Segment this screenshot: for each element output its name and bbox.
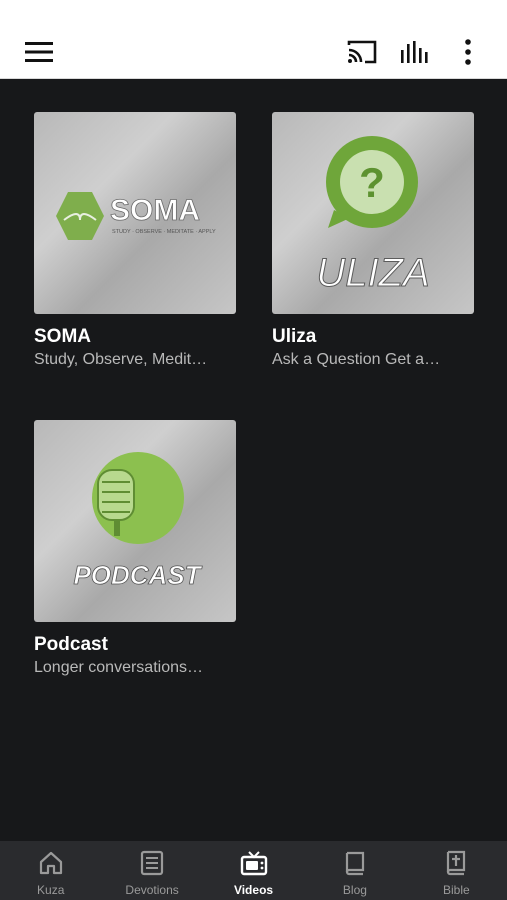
nav-item-videos[interactable]: Videos xyxy=(203,841,304,900)
nav-item-devotions[interactable]: Devotions xyxy=(101,841,202,900)
tv-icon xyxy=(240,849,268,877)
nav-label: Devotions xyxy=(125,883,179,897)
collection-card-uliza[interactable]: ? ULIZA Uliza Ask a Question Get a… xyxy=(272,112,476,370)
card-title: SOMA xyxy=(34,326,91,347)
uliza-thumbnail[interactable]: ? ULIZA xyxy=(272,112,474,314)
nav-label: Bible xyxy=(442,883,470,897)
nav-label: Kuza xyxy=(37,883,65,897)
menu-button[interactable] xyxy=(20,34,58,70)
card-subtitle: Study, Observe, Medit… xyxy=(34,351,208,368)
soma-tagline: STUDY · OBSERVE · MEDITATE · APPLY xyxy=(112,229,216,235)
uliza-logo-text: ULIZA xyxy=(316,251,429,295)
book-icon xyxy=(341,849,369,877)
audio-bars-button[interactable] xyxy=(396,34,434,70)
question-bubble-icon: ? xyxy=(326,136,418,228)
podcast-thumbnail[interactable]: PODCAST xyxy=(34,420,236,622)
more-options-button[interactable] xyxy=(452,34,484,70)
nav-label: Videos xyxy=(233,883,274,897)
card-title: Podcast xyxy=(34,634,108,655)
soma-thumbnail[interactable]: SOMA STUDY · OBSERVE · MEDITATE · APPLY xyxy=(34,112,236,314)
document-icon xyxy=(138,849,166,877)
video-collection-grid: SOMA STUDY · OBSERVE · MEDITATE · APPLY … xyxy=(0,80,507,841)
nav-item-kuza[interactable]: Kuza xyxy=(0,841,101,900)
cast-button[interactable] xyxy=(343,34,381,70)
collection-card-podcast[interactable]: PODCAST Podcast Longer conversations… xyxy=(34,420,238,678)
cast-icon xyxy=(347,40,377,64)
menu-icon xyxy=(25,42,53,62)
card-subtitle: Longer conversations… xyxy=(34,659,203,676)
bottom-navigation: Kuza Devotions Videos Blog Bible xyxy=(0,841,507,900)
nav-item-blog[interactable]: Blog xyxy=(304,841,405,900)
more-vertical-icon xyxy=(465,39,471,65)
collection-card-soma[interactable]: SOMA STUDY · OBSERVE · MEDITATE · APPLY … xyxy=(34,112,238,370)
svg-text:?: ? xyxy=(359,159,385,206)
top-app-bar xyxy=(0,0,507,79)
nav-item-bible[interactable]: Bible xyxy=(406,841,507,900)
podcast-logo-text: PODCAST xyxy=(73,560,202,590)
soma-logo-text: SOMA xyxy=(110,194,200,227)
bible-icon xyxy=(442,849,470,877)
card-title: Uliza xyxy=(272,326,317,347)
audio-bars-icon xyxy=(401,41,428,63)
home-icon xyxy=(37,849,65,877)
card-subtitle: Ask a Question Get a… xyxy=(272,351,441,368)
nav-label: Blog xyxy=(342,883,367,897)
